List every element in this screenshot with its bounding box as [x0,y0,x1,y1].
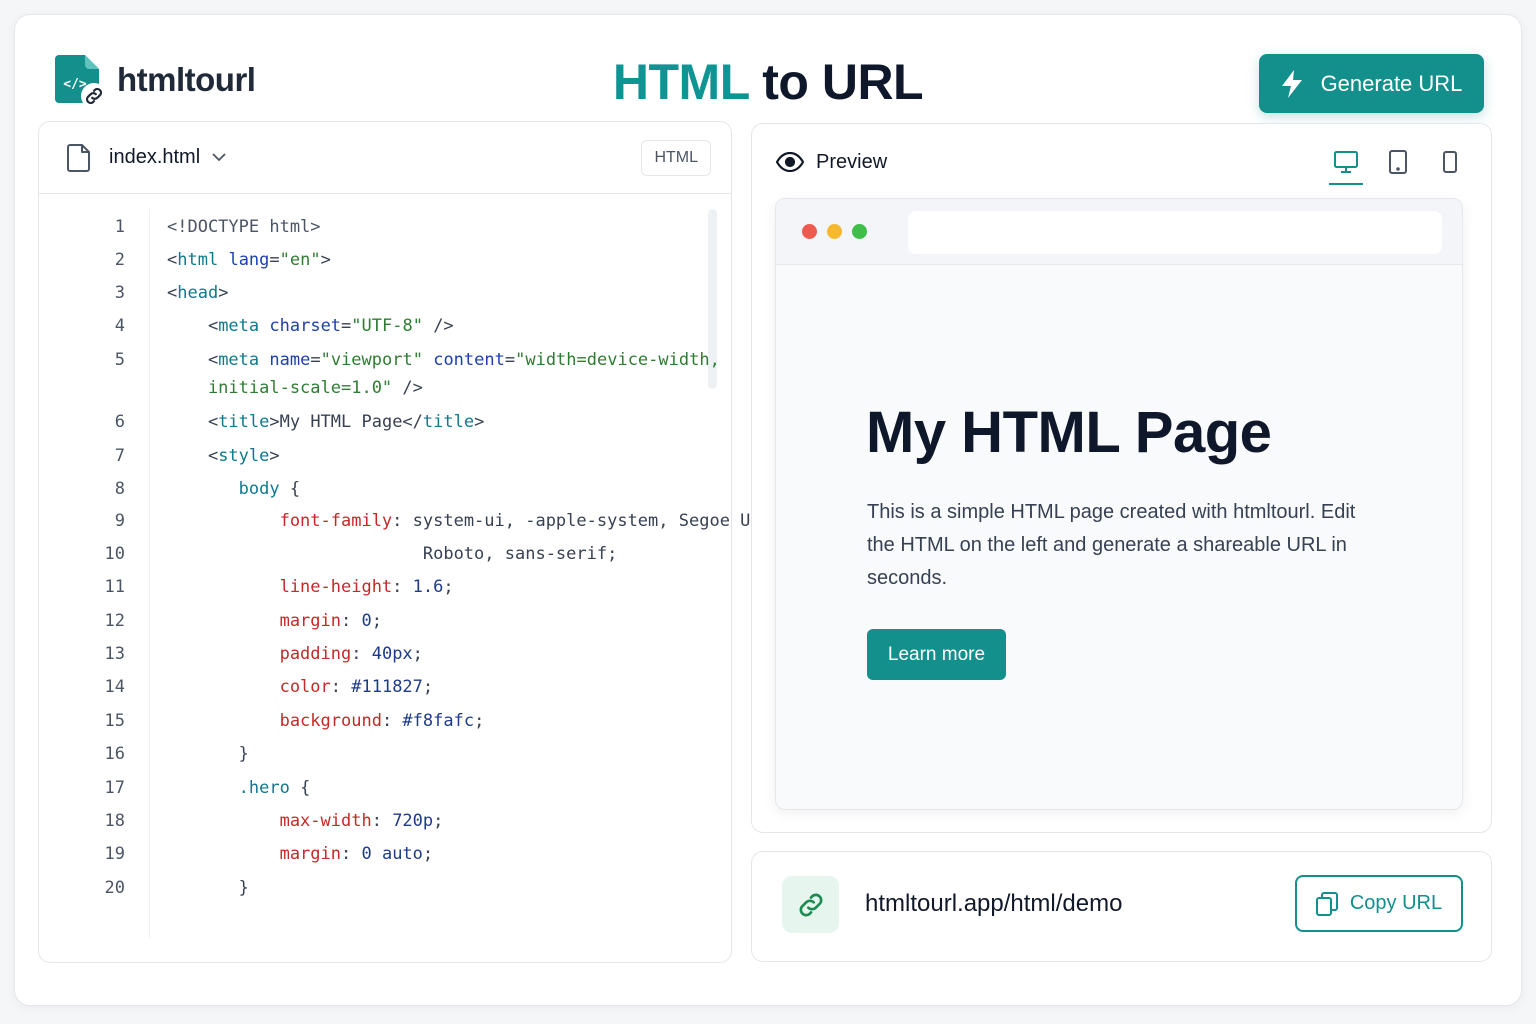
editor-header: index.html HTML [39,122,731,194]
chevron-down-icon[interactable] [212,153,226,162]
line-number: 9 [114,511,125,531]
gutter-divider [149,209,150,938]
line-number: 13 [104,644,125,664]
code-text: margin: 0 auto; [167,844,434,864]
code-text: initial-scale=1.0" /> [167,378,423,398]
line-number: 3 [114,283,125,303]
desktop-view-tab[interactable] [1329,145,1363,185]
code-editor-panel: index.html HTML 1 <!DOCTYPE html> 2 <html l… [38,121,771,963]
browser-preview: My HTML Page This is a simple HTML page … [775,198,1463,810]
page-title-accent: HTML [612,54,749,110]
eye-icon [776,152,804,172]
line-number: 17 [104,778,125,798]
preview-paragraph: This is a simple HTML page created with … [867,501,1356,589]
copy-url-label: Copy URL [1349,892,1443,914]
code-text: .hero { [167,778,311,798]
line-number: 18 [104,811,125,831]
mobile-icon [1443,151,1457,173]
code-text: <title>My HTML Page</title> [167,412,485,432]
file-icon [67,143,90,172]
code-text: background: #f8fafc; [167,711,485,731]
mobile-view-tab[interactable] [1433,145,1467,179]
line-number: 14 [104,677,125,697]
code-text: max-width: 720p; [167,811,444,831]
browser-address-bar[interactable] [908,211,1442,254]
code-text: margin: 0; [167,611,382,631]
code-text: } [167,744,249,764]
copy-icon [1315,891,1338,916]
line-number: 12 [104,611,125,631]
preview-heading: My HTML Page [866,400,1272,465]
line-number: 8 [114,479,125,499]
code-text: color: #111827; [167,677,434,697]
code-text: <html lang="en"> [167,250,331,270]
code-text: <!DOCTYPE html> [167,217,321,237]
link-icon [782,876,839,933]
generate-url-button[interactable]: Generate URL [1259,54,1484,113]
page-title-rest: to URL [748,54,924,110]
line-number: 1 [114,217,125,237]
line-number: 4 [114,316,125,336]
share-url-panel: htmltourl.app/html/demo Copy URL [751,851,1492,962]
tablet-icon [1389,150,1407,174]
preview-panel: Preview My HTML Page This is a simple HT… [751,123,1492,833]
code-text: padding: 40px; [167,644,423,664]
lightning-icon [1281,69,1302,98]
code-text: line-height: 1.6; [167,577,454,597]
line-number: 6 [114,412,125,432]
code-text: <meta name="viewport" content="width=dev… [167,350,720,370]
window-close-dot [802,224,817,239]
file-name-dropdown[interactable]: index.html [109,146,200,169]
device-tabs [1329,145,1467,185]
code-text: font-family: system-ui, -apple-system, S… [167,511,771,531]
learn-more-button[interactable]: Learn more [867,629,1006,680]
generated-url[interactable]: htmltourl.app/html/demo [865,890,1122,918]
line-number: 5 [114,350,125,370]
line-number: 19 [104,844,125,864]
code-text: <style> [167,446,280,466]
code-text: <meta charset="UTF-8" /> [167,316,454,336]
desktop-icon [1334,151,1358,173]
code-text: } [167,878,249,898]
line-number: 11 [104,577,125,597]
line-number: 10 [104,544,125,564]
line-number: 16 [104,744,125,764]
window-maximize-dot [852,224,867,239]
line-number: 20 [104,878,125,898]
preview-label: Preview [816,150,888,173]
code-text: body { [167,479,301,499]
code-area[interactable]: 1 <!DOCTYPE html> 2 <html lang="en"> 3 <head>… [39,195,771,962]
language-badge: HTML [641,139,711,176]
line-number: 2 [114,250,125,270]
tablet-view-tab[interactable] [1381,145,1415,179]
window-minimize-dot [827,224,842,239]
line-number: 7 [114,446,125,466]
line-number: 15 [104,711,125,731]
code-text: <head> [167,283,229,303]
copy-url-button[interactable]: Copy URL [1295,875,1463,932]
generate-url-label: Generate URL [1320,70,1463,96]
code-text: Roboto, sans-serif; [167,544,618,564]
browser-toolbar [776,199,1462,265]
preview-header: Preview [752,124,1491,200]
